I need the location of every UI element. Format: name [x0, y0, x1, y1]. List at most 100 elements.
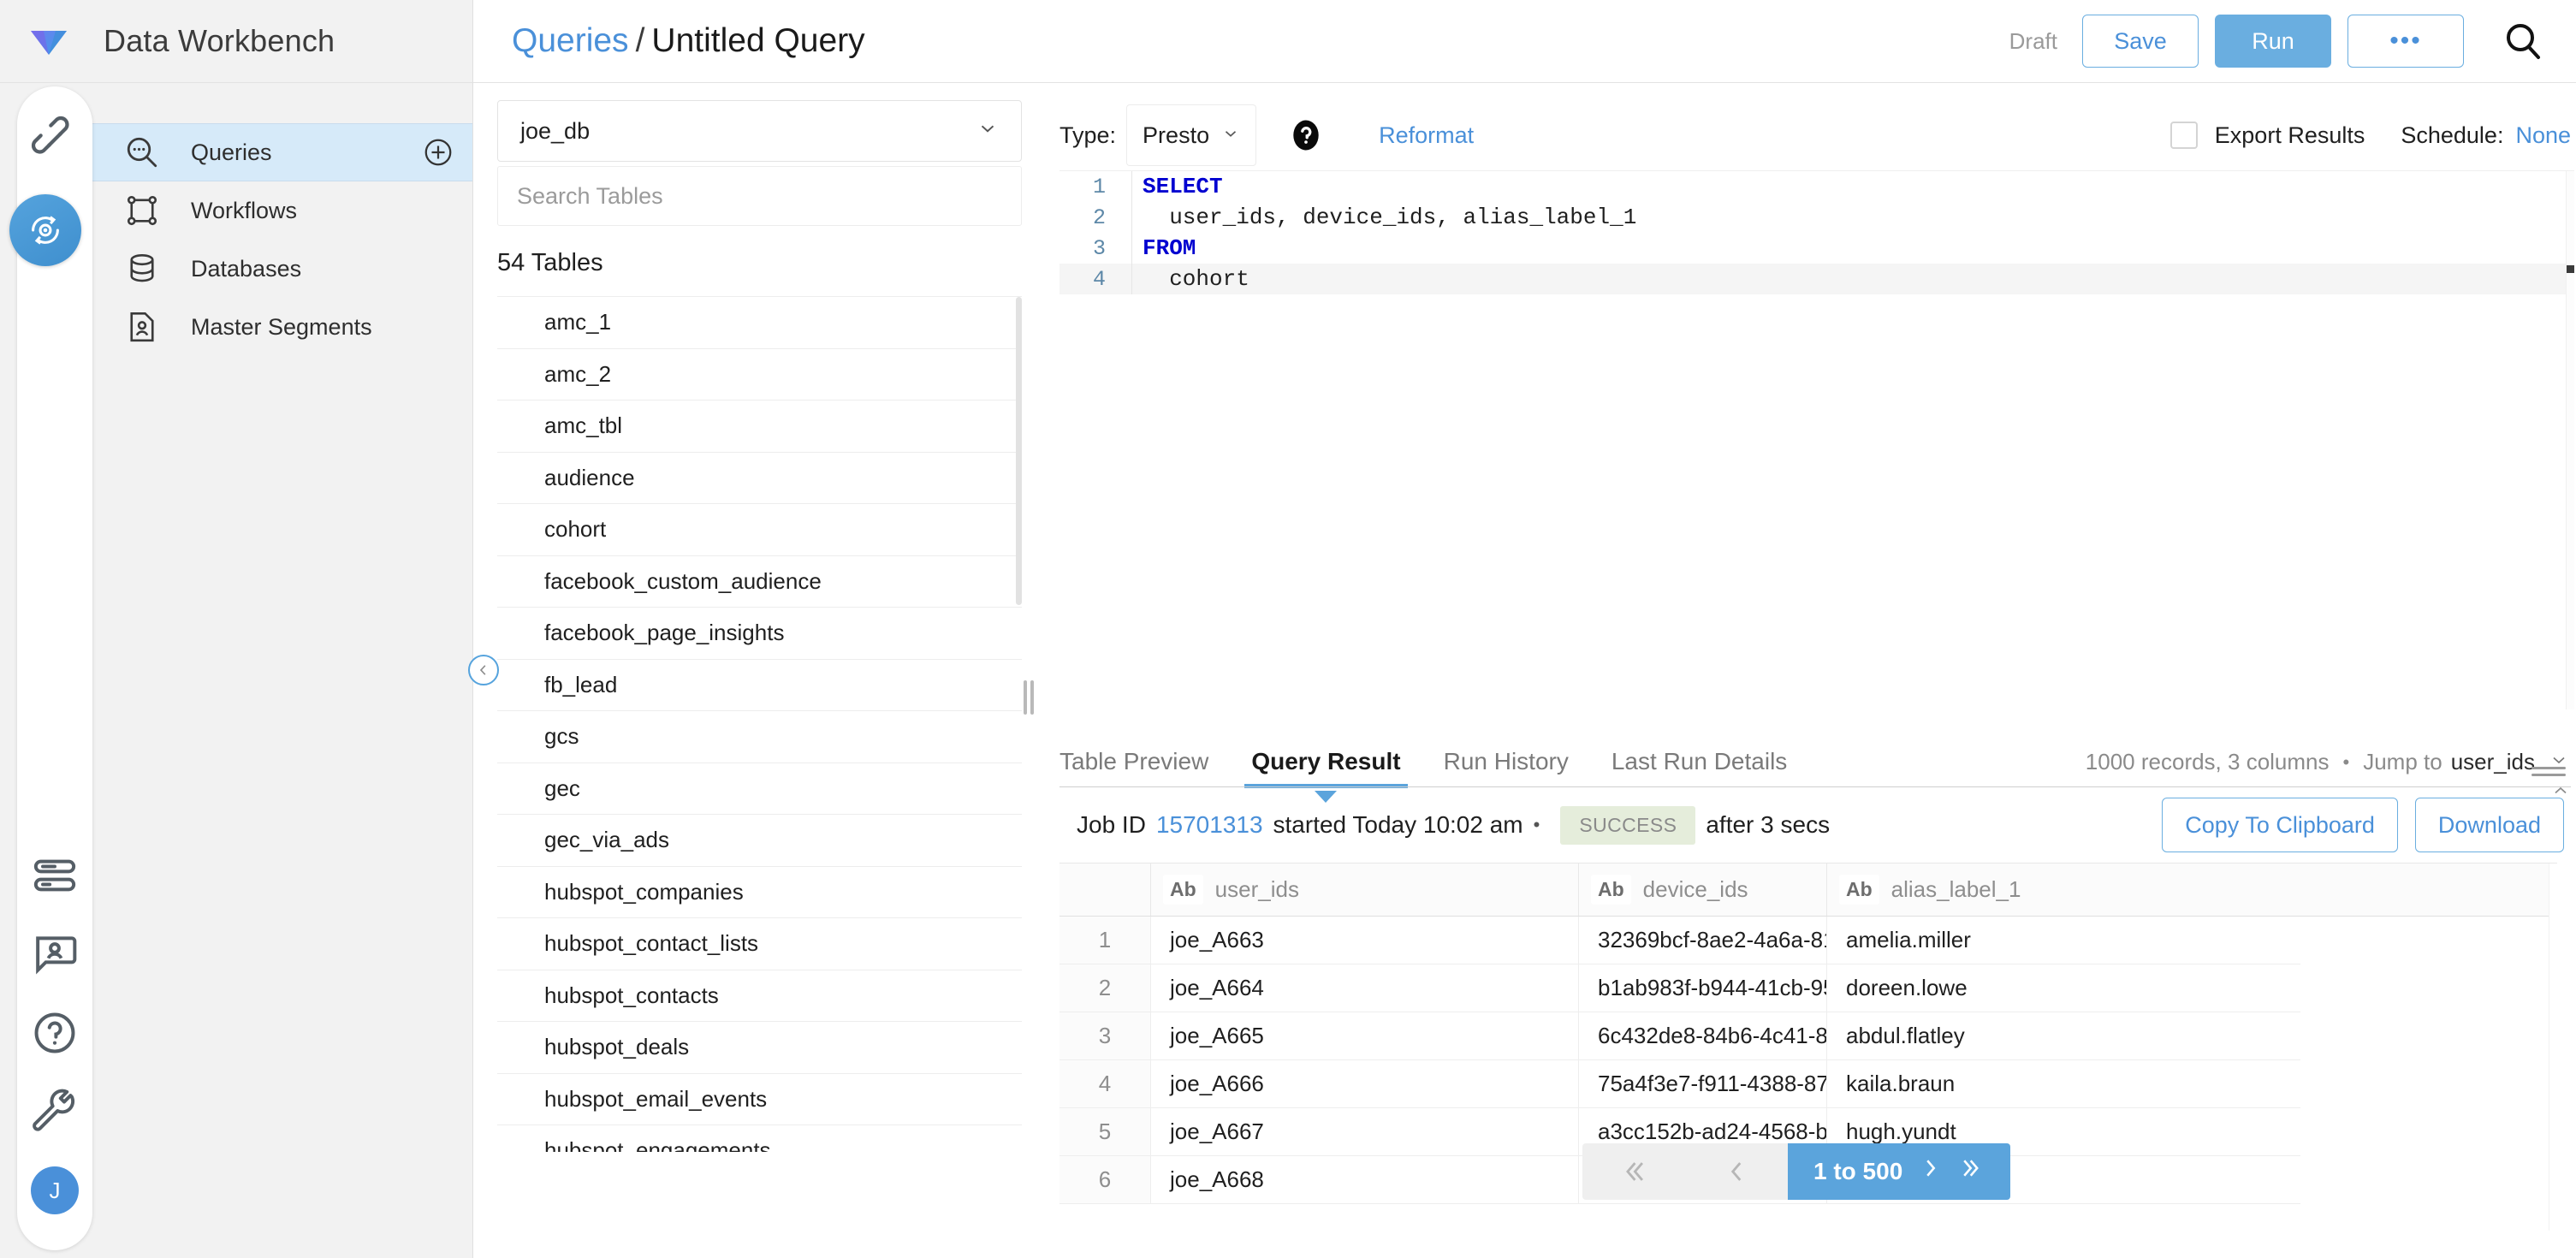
link-chain-icon[interactable] [31, 116, 79, 163]
table-list-item[interactable]: amc_1 [497, 297, 1022, 349]
reformat-link[interactable]: Reformat [1379, 122, 1474, 149]
wrench-icon[interactable] [31, 1088, 79, 1136]
grid-column-header[interactable]: Ab user_ids [1150, 863, 1578, 916]
table-cell[interactable]: joe_A666 [1150, 1060, 1578, 1108]
table-cell[interactable]: kaila.braun [1826, 1060, 2300, 1108]
table-list-item[interactable]: hubspot_contact_lists [497, 918, 1022, 970]
tab-run-history[interactable]: Run History [1444, 748, 1569, 787]
sidebar-item-master-segments[interactable]: Master Segments [92, 298, 472, 356]
gem-logo-icon [31, 31, 67, 55]
grid-corner-cell [1059, 863, 1150, 916]
job-id-link[interactable]: 15701313 [1156, 811, 1263, 839]
top-bar-right: Queries / Untitled Query Draft Save Run ••… [473, 0, 2576, 83]
code-line[interactable]: 2 user_ids, device_ids, alias_label_1 [1059, 202, 2574, 233]
save-button[interactable]: Save [2082, 15, 2199, 68]
table-list-item[interactable]: hubspot_companies [497, 866, 1022, 918]
sidebar-item-label: Queries [191, 139, 272, 165]
table-cell[interactable]: joe_A665 [1150, 1012, 1578, 1060]
export-results-label: Export Results [2214, 122, 2365, 148]
sql-code-editor[interactable]: 1 SELECT 2 user_ids, device_ids, alias_lab… [1059, 170, 2574, 709]
tab-query-result[interactable]: Query Result [1244, 748, 1408, 803]
run-button[interactable]: Run [2215, 15, 2331, 68]
breadcrumb-root-link[interactable]: Queries [512, 22, 629, 59]
table-cell[interactable]: joe_A668 [1150, 1156, 1578, 1204]
grid-column-header[interactable]: Ab alias_label_1 [1826, 863, 2300, 916]
plus-circle-icon[interactable] [423, 137, 454, 168]
table-list-item[interactable]: cohort [497, 504, 1022, 556]
chevron-up-icon[interactable] [2550, 780, 2571, 806]
results-resize-grip[interactable] [2531, 767, 2566, 780]
table-list-item[interactable]: gec [497, 763, 1022, 815]
more-options-button[interactable]: ••• [2347, 15, 2464, 68]
grid-column-header[interactable]: Ab device_ids [1578, 863, 1826, 916]
help-circle-icon[interactable] [31, 1009, 79, 1057]
table-list-item[interactable]: hubspot_engagements [497, 1125, 1022, 1152]
schedule-value-link[interactable]: None [2515, 122, 2571, 149]
avatar[interactable]: J [31, 1166, 79, 1214]
table-cell[interactable]: abdul.flatley [1826, 1012, 2300, 1060]
next-page-button[interactable] [1918, 1155, 1944, 1188]
table-list-item[interactable]: hubspot_contacts [497, 970, 1022, 1022]
table-list-item[interactable]: amc_tbl [497, 401, 1022, 453]
table-list-item[interactable]: audience [497, 452, 1022, 504]
copy-to-clipboard-button[interactable]: Copy To Clipboard [2162, 798, 2398, 852]
table-list-item[interactable]: facebook_page_insights [497, 608, 1022, 660]
results-grid[interactable]: Ab user_ids Ab device_ids Ab alias_label_1 1 jo… [1059, 863, 2557, 1231]
jump-to-column[interactable]: user_ids [2451, 749, 2535, 775]
sidebar-item-workflows[interactable]: Workflows [92, 181, 472, 240]
user-chat-icon[interactable] [31, 930, 79, 978]
prev-page-button[interactable] [1685, 1143, 1788, 1200]
table-row[interactable]: 4joe_A66675a4f3e7-f911-4388-8777-0d298a…… [1059, 1060, 2557, 1108]
last-page-button[interactable] [1959, 1155, 1985, 1188]
first-page-button[interactable] [1582, 1143, 1685, 1200]
gear-sync-icon[interactable] [9, 194, 81, 266]
export-results-checkbox[interactable] [2169, 122, 2198, 149]
table-list-item[interactable]: gcs [497, 711, 1022, 763]
list-bars-icon[interactable] [31, 852, 79, 899]
help-filled-icon[interactable] [1288, 117, 1324, 153]
table-cell[interactable]: amelia.miller [1826, 917, 2300, 964]
table-cell[interactable]: b1ab983f-b944-41cb-9559-6facb84… [1578, 964, 1826, 1012]
table-row[interactable]: 2joe_A664b1ab983f-b944-41cb-9559-6facb84… [1059, 964, 2557, 1012]
table-row[interactable]: 1joe_A66332369bcf-8ae2-4a6a-8165-8187c5…… [1059, 917, 2557, 964]
tab-table-preview[interactable]: Table Preview [1059, 748, 1208, 787]
table-list-item[interactable]: hubspot_email_events [497, 1073, 1022, 1125]
table-row[interactable]: 3joe_A6656c432de8-84b6-4c41-8cc1-e1a38a…… [1059, 1012, 2557, 1060]
code-line[interactable]: 4 cohort [1059, 264, 2574, 294]
sidebar-item-databases[interactable]: Databases [92, 240, 472, 298]
sidebar-collapse-handle[interactable] [468, 655, 499, 685]
page-range-control[interactable]: 1 to 500 [1788, 1143, 2010, 1200]
table-cell[interactable]: joe_A664 [1150, 964, 1578, 1012]
table-list-item[interactable]: hubspot_deals [497, 1022, 1022, 1074]
table-cell[interactable]: joe_A663 [1150, 917, 1578, 964]
line-number: 3 [1092, 235, 1106, 261]
editor-vertical-scrollbar[interactable] [2566, 171, 2574, 709]
search-input[interactable] [517, 182, 1002, 210]
code-line[interactable]: 3 FROM [1059, 233, 2574, 264]
tab-last-run-details[interactable]: Last Run Details [1611, 748, 1787, 787]
query-type-select[interactable]: Presto [1126, 104, 1257, 166]
table-cell[interactable]: 6c432de8-84b6-4c41-8cc1-e1a38a… [1578, 1012, 1826, 1060]
search-tables-box[interactable] [497, 166, 1022, 226]
table-list-scrollbar[interactable] [1016, 297, 1022, 1152]
sidebar-item-queries[interactable]: Queries [92, 123, 472, 181]
table-list[interactable]: amc_1 amc_2 amc_tbl audience cohort facebook_… [497, 296, 1022, 1152]
table-list-item[interactable]: facebook_custom_audience [497, 555, 1022, 608]
schedule-label: Schedule: [2401, 122, 2504, 148]
code-line-text: FROM [1131, 233, 2574, 264]
grid-vertical-scrollbar[interactable] [2549, 863, 2557, 1231]
editor-toolbar: Type: Presto Reformat Export Results Sch… [1045, 100, 2576, 170]
database-select[interactable]: joe_db [497, 100, 1022, 162]
table-cell[interactable]: doreen.lowe [1826, 964, 2300, 1012]
table-list-item[interactable]: gec_via_ads [497, 815, 1022, 867]
code-line[interactable]: 1 SELECT [1059, 171, 2574, 202]
column-name: device_ids [1642, 876, 1748, 902]
search-icon[interactable] [2502, 21, 2543, 62]
download-button[interactable]: Download [2414, 798, 2564, 852]
panel-splitter[interactable] [1024, 680, 1034, 715]
table-cell[interactable]: joe_A667 [1150, 1108, 1578, 1156]
table-list-item[interactable]: amc_2 [497, 348, 1022, 401]
table-list-item[interactable]: fb_lead [497, 659, 1022, 711]
table-cell[interactable]: 75a4f3e7-f911-4388-8777-0d298a… [1578, 1060, 1826, 1108]
table-cell[interactable]: 32369bcf-8ae2-4a6a-8165-8187c5… [1578, 917, 1826, 964]
